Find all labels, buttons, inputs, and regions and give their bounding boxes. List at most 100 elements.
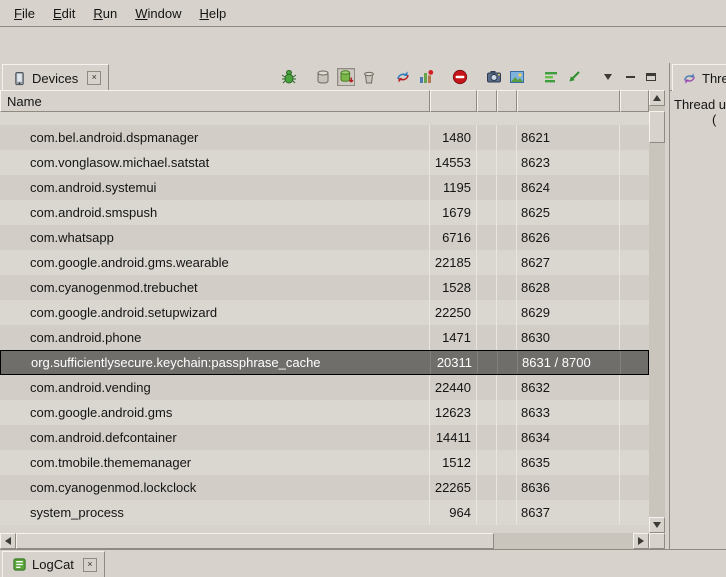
cell-port: 8636 bbox=[517, 475, 620, 500]
update-heap-icon[interactable] bbox=[314, 68, 332, 86]
cell-pid: 14553 bbox=[430, 150, 477, 175]
cell-port: 8623 bbox=[517, 150, 620, 175]
cell-process-name: com.android.vending bbox=[0, 375, 430, 400]
cell-port: 8628 bbox=[517, 275, 620, 300]
scroll-right-icon[interactable] bbox=[633, 533, 649, 549]
dump-hprof-icon[interactable] bbox=[337, 68, 355, 86]
threads-message: Thread up ( bbox=[670, 91, 726, 133]
cell-port: 8624 bbox=[517, 175, 620, 200]
column-header-pid[interactable] bbox=[430, 90, 477, 112]
close-icon[interactable]: × bbox=[87, 71, 101, 85]
threads-message-line2: ( bbox=[712, 112, 722, 127]
vertical-scrollbar[interactable] bbox=[649, 90, 665, 533]
start-method-profiling-icon[interactable] bbox=[417, 68, 435, 86]
debug-process-icon[interactable] bbox=[280, 68, 298, 86]
table-row[interactable]: com.bel.android.dspmanager 1480 8621 bbox=[0, 125, 649, 150]
table-row[interactable]: com.android.phone 1471 8630 bbox=[0, 325, 649, 350]
logcat-bar: LogCat × bbox=[0, 549, 726, 577]
cell-process-name: com.google.android.gms.wearable bbox=[0, 250, 430, 275]
cell-pid: 6716 bbox=[430, 225, 477, 250]
column-header-name[interactable]: Name bbox=[0, 90, 430, 112]
vertical-scroll-thumb[interactable] bbox=[649, 111, 665, 143]
table-row[interactable]: com.android.defcontainer 14411 8634 bbox=[0, 425, 649, 450]
tab-logcat[interactable]: LogCat × bbox=[2, 551, 105, 577]
cell-process-name: com.tmobile.thememanager bbox=[0, 450, 430, 475]
maximize-icon[interactable] bbox=[643, 70, 659, 84]
cell-pid: 22185 bbox=[430, 250, 477, 275]
update-threads-icon[interactable] bbox=[394, 68, 412, 86]
column-header-port[interactable] bbox=[517, 90, 620, 112]
method-trace-icon[interactable] bbox=[565, 68, 583, 86]
tab-threads[interactable]: Threads bbox=[672, 64, 726, 91]
table-row[interactable]: com.google.android.setupwizard 22250 862… bbox=[0, 300, 649, 325]
column-header-empty[interactable] bbox=[477, 90, 497, 112]
cell-pid: 1480 bbox=[430, 125, 477, 150]
cell-process-name: com.android.smspush bbox=[0, 200, 430, 225]
view-menu-icon[interactable] bbox=[599, 68, 617, 86]
cell-port: 8621 bbox=[517, 125, 620, 150]
cell-process-name: org.sufficientlysecure.keychain:passphra… bbox=[1, 351, 431, 374]
tab-devices[interactable]: Devices × bbox=[2, 64, 109, 91]
tab-threads-label: Threads bbox=[702, 71, 726, 86]
cell-pid: 14411 bbox=[430, 425, 477, 450]
scroll-left-icon[interactable] bbox=[0, 533, 16, 549]
minimize-icon[interactable] bbox=[622, 70, 638, 84]
scroll-down-icon[interactable] bbox=[649, 517, 665, 533]
cell-port: 8629 bbox=[517, 300, 620, 325]
table-row[interactable]: com.whatsapp 6716 8626 bbox=[0, 225, 649, 250]
cell-pid: 1528 bbox=[430, 275, 477, 300]
partial-row bbox=[0, 112, 649, 125]
cell-port: 8627 bbox=[517, 250, 620, 275]
menu-run[interactable]: Run bbox=[84, 3, 126, 24]
table-row[interactable]: com.android.smspush 1679 8625 bbox=[0, 200, 649, 225]
menu-window[interactable]: Window bbox=[126, 3, 190, 24]
horizontal-scroll-thumb[interactable] bbox=[16, 533, 494, 549]
table-row[interactable]: com.android.vending 22440 8632 bbox=[0, 375, 649, 400]
horizontal-scrollbar[interactable] bbox=[0, 533, 649, 549]
table-row[interactable]: com.google.android.gms.wearable 22185 86… bbox=[0, 250, 649, 275]
devices-tabbar: Devices × bbox=[0, 63, 665, 91]
logcat-icon bbox=[10, 556, 28, 574]
device-icon bbox=[10, 69, 28, 87]
cell-pid: 22250 bbox=[430, 300, 477, 325]
view-hierarchy-icon[interactable] bbox=[508, 68, 526, 86]
table-row-selected[interactable]: org.sufficientlysecure.keychain:passphra… bbox=[0, 350, 649, 375]
process-table: Name com.bel.android.dspmanager 1480 862… bbox=[0, 90, 665, 549]
menu-file[interactable]: File bbox=[5, 3, 44, 24]
cell-process-name: system_process bbox=[0, 500, 430, 525]
cause-gc-icon[interactable] bbox=[360, 68, 378, 86]
workbench-area: Devices × bbox=[0, 63, 726, 549]
cell-process-name: com.google.android.setupwizard bbox=[0, 300, 430, 325]
process-rows: com.bel.android.dspmanager 1480 8621 com… bbox=[0, 112, 649, 533]
menu-edit[interactable]: Edit bbox=[44, 3, 84, 24]
column-header-filler bbox=[620, 90, 649, 112]
table-row[interactable]: com.cyanogenmod.lockclock 22265 8636 bbox=[0, 475, 649, 500]
column-header-empty[interactable] bbox=[497, 90, 517, 112]
cell-port: 8630 bbox=[517, 325, 620, 350]
cell-pid: 1195 bbox=[430, 175, 477, 200]
capture-systrace-icon[interactable] bbox=[542, 68, 560, 86]
close-icon[interactable]: × bbox=[83, 558, 97, 572]
table-row[interactable]: com.android.systemui 1195 8624 bbox=[0, 175, 649, 200]
cell-process-name: com.bel.android.dspmanager bbox=[0, 125, 430, 150]
cell-port: 8634 bbox=[517, 425, 620, 450]
scroll-up-icon[interactable] bbox=[649, 90, 665, 106]
table-row[interactable]: com.cyanogenmod.trebuchet 1528 8628 bbox=[0, 275, 649, 300]
table-row[interactable]: com.vonglasow.michael.satstat 14553 8623 bbox=[0, 150, 649, 175]
devices-toolbar bbox=[280, 68, 665, 86]
menu-help[interactable]: Help bbox=[190, 3, 235, 24]
scrollbar-corner bbox=[649, 533, 665, 549]
table-row[interactable]: system_process 964 8637 bbox=[0, 500, 649, 525]
main-toolbar bbox=[0, 27, 726, 63]
ddms-window: File Edit Run Window Help Devices × bbox=[0, 0, 726, 577]
table-row[interactable]: com.google.android.gms 12623 8633 bbox=[0, 400, 649, 425]
cell-process-name: com.android.phone bbox=[0, 325, 430, 350]
threads-icon bbox=[680, 69, 698, 87]
screen-capture-icon[interactable] bbox=[485, 68, 503, 86]
table-row[interactable]: com.tmobile.thememanager 1512 8635 bbox=[0, 450, 649, 475]
table-header: Name bbox=[0, 90, 649, 112]
cell-port: 8626 bbox=[517, 225, 620, 250]
cell-pid: 12623 bbox=[430, 400, 477, 425]
threads-message-line1: Thread up bbox=[674, 97, 722, 112]
stop-process-icon[interactable] bbox=[451, 68, 469, 86]
